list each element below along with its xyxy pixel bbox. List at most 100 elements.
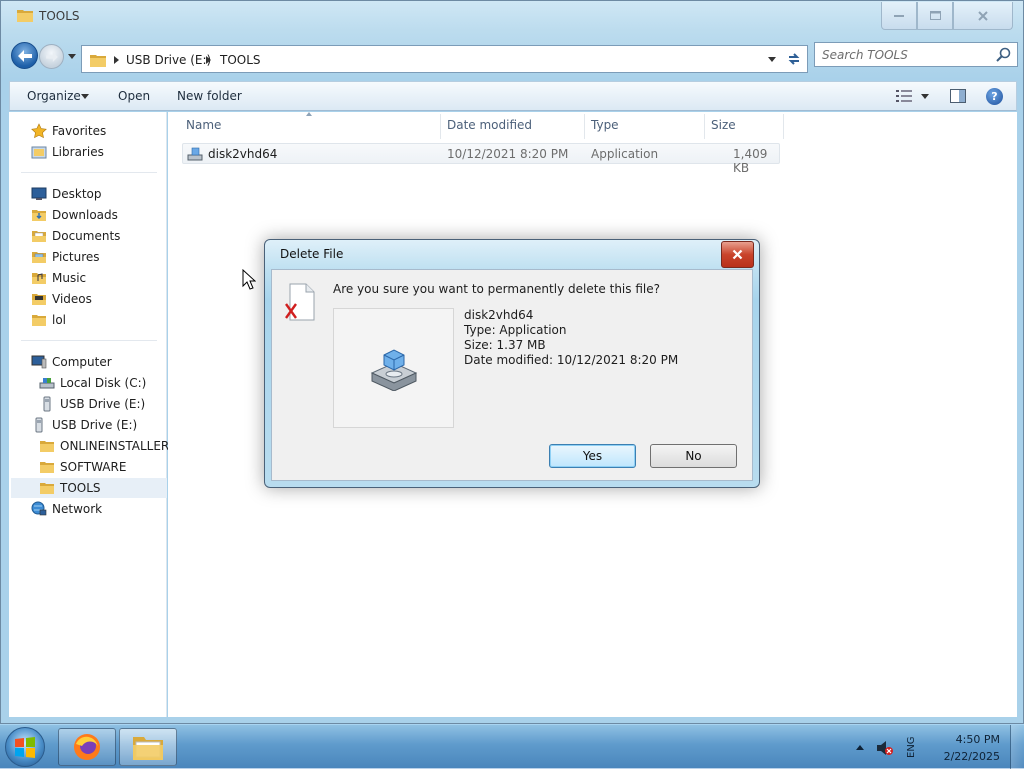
table-row[interactable]: disk2vhd64 10/12/2021 8:20 PM Applicatio… bbox=[182, 143, 780, 175]
taskbar: ENG 4:50 PM 2/22/2025 bbox=[0, 724, 1024, 769]
divider bbox=[21, 340, 157, 341]
open-button[interactable]: Open bbox=[118, 89, 150, 103]
address-history-dropdown[interactable] bbox=[768, 57, 776, 62]
column-header-type[interactable]: Type bbox=[591, 118, 619, 132]
close-button[interactable] bbox=[953, 2, 1013, 30]
nav-item-libraries[interactable]: Libraries bbox=[31, 142, 104, 162]
yes-button[interactable]: Yes bbox=[549, 444, 636, 468]
documents-folder-icon bbox=[32, 231, 46, 242]
file-type: Application bbox=[591, 147, 659, 161]
nav-item-lol[interactable]: lol bbox=[31, 310, 66, 330]
breadcrumb-usb-drive[interactable]: USB Drive (E:) bbox=[126, 53, 211, 67]
nav-item-pictures[interactable]: Pictures bbox=[31, 247, 100, 267]
chevron-down-icon[interactable] bbox=[81, 94, 89, 99]
column-divider[interactable] bbox=[783, 114, 784, 139]
divider bbox=[21, 172, 157, 173]
back-button[interactable] bbox=[11, 42, 38, 69]
clock-time[interactable]: 4:50 PM bbox=[930, 733, 1000, 746]
taskbar-firefox[interactable] bbox=[58, 728, 116, 766]
folder-icon bbox=[40, 483, 54, 494]
usb-drive-icon bbox=[43, 396, 51, 412]
nav-item-label: Computer bbox=[52, 355, 112, 369]
nav-item-documents[interactable]: Documents bbox=[31, 226, 120, 246]
column-header-date-modified[interactable]: Date modified bbox=[447, 118, 532, 132]
forward-button[interactable] bbox=[39, 44, 64, 69]
column-divider[interactable] bbox=[440, 114, 441, 139]
nav-item-label: lol bbox=[52, 313, 67, 327]
window-title: TOOLS bbox=[39, 9, 80, 23]
nav-item-local-disk[interactable]: Local Disk (C:) bbox=[39, 373, 146, 393]
close-icon bbox=[978, 10, 988, 21]
nav-item-usb-drive-sub[interactable]: USB Drive (E:) bbox=[39, 394, 145, 414]
show-hidden-icons-button[interactable] bbox=[856, 745, 864, 750]
column-header-size[interactable]: Size bbox=[711, 118, 736, 132]
close-icon bbox=[732, 249, 743, 260]
clock-date[interactable]: 2/22/2025 bbox=[930, 750, 1000, 763]
file-type: Type: Application bbox=[464, 323, 567, 337]
taskbar-windows-explorer[interactable] bbox=[119, 728, 177, 766]
maximize-icon bbox=[929, 11, 941, 20]
folder-icon bbox=[90, 55, 106, 67]
music-folder-icon bbox=[32, 273, 46, 284]
folder-icon bbox=[17, 10, 33, 22]
folder-icon bbox=[40, 462, 54, 473]
nav-item-label: Documents bbox=[52, 229, 121, 243]
mouse-cursor-icon bbox=[242, 269, 256, 290]
nav-item-software[interactable]: SOFTWARE bbox=[39, 457, 126, 477]
preview-pane-icon[interactable] bbox=[950, 89, 966, 103]
volume-muted-icon[interactable] bbox=[876, 740, 894, 756]
dialog-close-button[interactable] bbox=[721, 241, 754, 268]
navigation-pane: Favorites Libraries Desktop Downloads Do… bbox=[9, 112, 177, 717]
file-date-modified: Date modified: 10/12/2021 8:20 PM bbox=[464, 353, 679, 367]
file-thumbnail bbox=[333, 308, 454, 428]
nav-item-label: SOFTWARE bbox=[60, 460, 127, 474]
maximize-button[interactable] bbox=[917, 2, 953, 30]
command-bar: Organize Open New folder ? bbox=[9, 81, 1017, 111]
nav-item-onlineinstallers[interactable]: ONLINEINSTALLERS bbox=[39, 436, 177, 456]
refresh-icon[interactable] bbox=[786, 51, 802, 67]
minimize-button[interactable] bbox=[881, 2, 917, 30]
column-divider[interactable] bbox=[704, 114, 705, 139]
nav-item-usb-drive[interactable]: USB Drive (E:) bbox=[31, 415, 137, 435]
search-icon[interactable] bbox=[996, 47, 1011, 62]
libraries-icon bbox=[31, 146, 47, 159]
nav-item-network[interactable]: Network bbox=[31, 499, 102, 519]
nav-item-computer[interactable]: Computer bbox=[31, 352, 112, 372]
nav-item-desktop[interactable]: Desktop bbox=[31, 184, 102, 204]
column-header-name[interactable]: Name bbox=[186, 118, 221, 132]
dialog-title: Delete File bbox=[280, 247, 344, 261]
network-icon bbox=[31, 501, 47, 516]
nav-item-tools[interactable]: TOOLS bbox=[39, 478, 101, 498]
title-bar[interactable]: TOOLS bbox=[1, 1, 1023, 33]
recent-pages-dropdown[interactable] bbox=[67, 51, 77, 61]
search-box[interactable] bbox=[814, 42, 1018, 67]
show-desktop-button[interactable] bbox=[1010, 725, 1024, 769]
start-button[interactable] bbox=[5, 727, 45, 767]
nav-item-videos[interactable]: Videos bbox=[31, 289, 92, 309]
column-divider[interactable] bbox=[584, 114, 585, 139]
language-indicator[interactable]: ENG bbox=[906, 735, 920, 759]
nav-item-label: Desktop bbox=[52, 187, 102, 201]
usb-drive-icon bbox=[35, 417, 43, 433]
organize-button[interactable]: Organize bbox=[27, 89, 81, 103]
nav-item-label: Local Disk (C:) bbox=[60, 376, 147, 390]
new-folder-button[interactable]: New folder bbox=[177, 89, 242, 103]
file-date-modified: 10/12/2021 8:20 PM bbox=[447, 147, 569, 161]
breadcrumb-separator[interactable] bbox=[114, 56, 119, 64]
search-input[interactable] bbox=[815, 43, 993, 66]
nav-item-music[interactable]: Music bbox=[31, 268, 86, 288]
address-bar[interactable]: USB Drive (E:) TOOLS bbox=[81, 45, 808, 73]
nav-item-label: ONLINEINSTALLERS bbox=[60, 439, 177, 453]
nav-item-favorites[interactable]: Favorites bbox=[31, 121, 106, 141]
nav-item-downloads[interactable]: Downloads bbox=[31, 205, 118, 225]
disk-application-icon bbox=[187, 147, 203, 161]
view-options-dropdown[interactable] bbox=[921, 94, 929, 99]
change-view-icon[interactable] bbox=[896, 89, 912, 103]
no-button[interactable]: No bbox=[650, 444, 737, 468]
delete-file-dialog: Delete File Are you sure you want to per… bbox=[264, 239, 760, 488]
help-icon[interactable]: ? bbox=[986, 88, 1003, 105]
nav-item-label: Pictures bbox=[52, 250, 100, 264]
file-size: Size: 1.37 MB bbox=[464, 338, 546, 352]
breadcrumb-tools[interactable]: TOOLS bbox=[220, 53, 261, 67]
breadcrumb-separator[interactable] bbox=[206, 56, 211, 64]
